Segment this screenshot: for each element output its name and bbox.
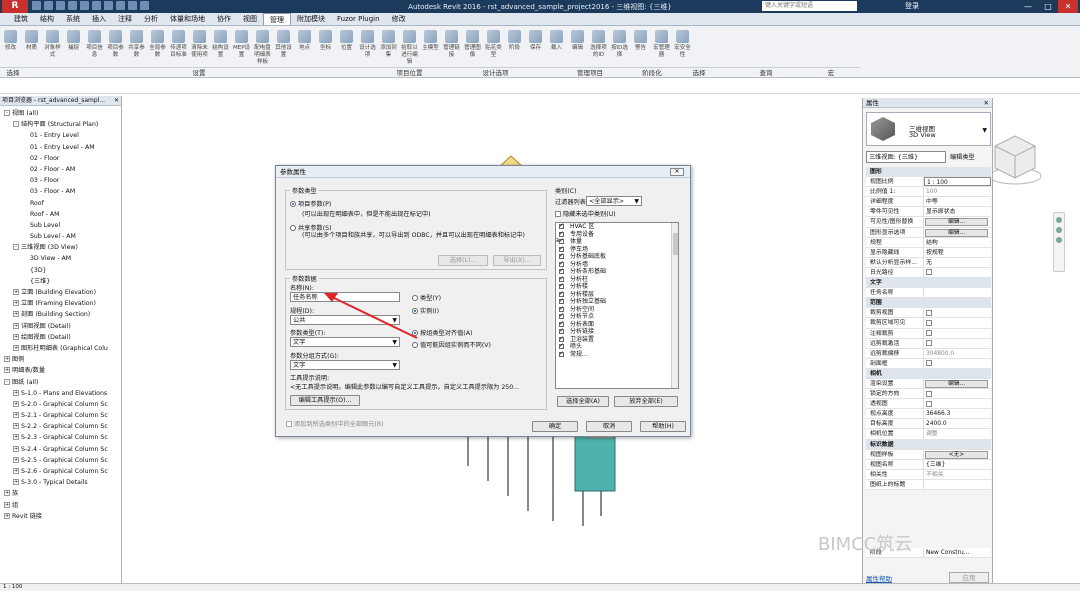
watermark: BIMCC筑云 [818,534,913,555]
arrow-head [324,293,338,302]
arrow-line [331,296,418,339]
annotation-arrow [324,293,418,339]
view-control-bar: 1 : 100 [0,583,1080,591]
view-scale[interactable]: 1 : 100 [3,584,22,590]
